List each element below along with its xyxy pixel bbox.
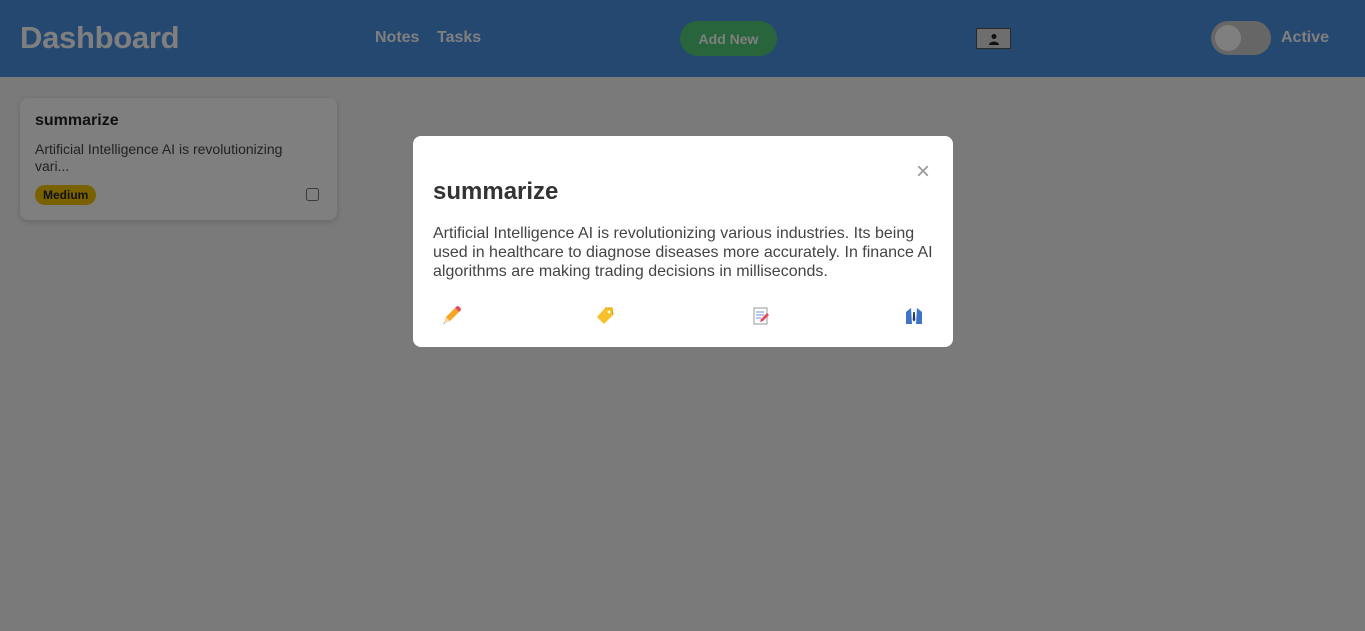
note-detail-modal: × summarize Artificial Intelligence AI i… bbox=[413, 136, 953, 347]
modal-title: summarize bbox=[433, 178, 559, 205]
suit-action-button[interactable] bbox=[902, 304, 926, 328]
edit-action-button[interactable] bbox=[439, 304, 463, 328]
tag-icon bbox=[597, 307, 614, 324]
pencil-icon bbox=[443, 305, 462, 325]
suit-icon bbox=[906, 308, 922, 324]
memo-icon bbox=[753, 307, 769, 325]
modal-body-text: Artificial Intelligence AI is revolution… bbox=[433, 225, 933, 280]
close-icon[interactable]: × bbox=[916, 160, 930, 184]
tag-action-button[interactable] bbox=[593, 304, 617, 328]
memo-action-button[interactable] bbox=[749, 304, 773, 328]
